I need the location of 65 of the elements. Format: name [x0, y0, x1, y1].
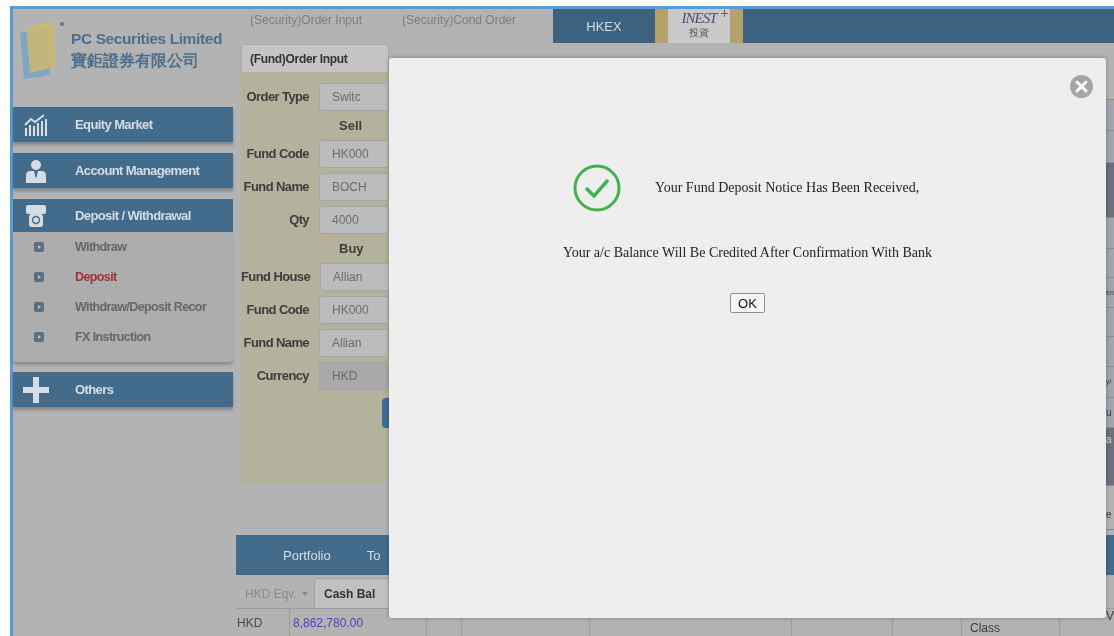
company-name: PC Securities Limited — [71, 30, 222, 48]
nav-item[interactable]: Others — [13, 372, 233, 407]
caret-icon — [301, 592, 308, 596]
field-label: Fund Name — [242, 179, 309, 194]
input-field[interactable]: Switc — [319, 82, 389, 111]
input-field[interactable]: BOCH — [319, 172, 389, 201]
field-label: Fund House — [241, 269, 311, 284]
nav-item[interactable]: Deposit / Withdrawal — [13, 199, 233, 232]
input-field[interactable]: Allian — [319, 328, 389, 357]
logo-icon — [18, 21, 65, 79]
nav-item[interactable]: Account Management — [13, 153, 233, 188]
cut-text: a — [1106, 434, 1112, 446]
field-label: Fund Code — [245, 146, 309, 161]
logo-text: INEST — [681, 9, 717, 27]
nav-item[interactable]: Equity Market — [13, 107, 233, 142]
input-field[interactable]: 4000 — [319, 205, 389, 234]
submenu-item[interactable]: Deposit — [13, 262, 233, 292]
money-icon — [24, 203, 48, 228]
field-label: Fund Code — [245, 302, 309, 317]
plus-icon — [721, 10, 728, 17]
section-heading: Buy — [339, 240, 364, 256]
submenu-label: Withdraw/Deposit Recor — [75, 300, 207, 314]
bullet-icon — [34, 302, 44, 312]
bullet-icon — [34, 272, 44, 282]
nav-label: Account Management — [75, 163, 200, 178]
cut-text: u — [1106, 406, 1112, 419]
submenu-item[interactable]: Withdraw/Deposit Recor — [13, 292, 233, 322]
market-tab[interactable]: HKEX — [553, 9, 655, 43]
ok-button[interactable]: OK — [730, 293, 765, 313]
input-field[interactable]: HK000 — [319, 295, 389, 324]
submenu-label: FX Instruction — [75, 330, 151, 344]
input-field[interactable]: Allian — [320, 262, 389, 291]
submenu-item[interactable]: Withdraw — [13, 232, 233, 262]
nav-label: Deposit / Withdrawal — [75, 208, 191, 223]
company-name-chinese: 寶鉅證券有限公司 — [71, 51, 200, 71]
logo-subtext: 投資 — [689, 27, 709, 39]
nav-label: Others — [75, 382, 114, 397]
cut-text: e — [1106, 509, 1112, 521]
field-label: Currency — [255, 368, 309, 383]
check-icon — [573, 164, 621, 212]
submenu-label: Deposit — [75, 270, 117, 284]
dialog-message: Your Fund Deposit Notice Has Been Received, — [655, 180, 920, 196]
field-label: Fund Name — [242, 335, 309, 350]
field-label: Qty — [288, 212, 309, 227]
tab[interactable]: Cash Bal — [314, 578, 391, 608]
nav-label: Equity Market — [75, 117, 153, 132]
table-cell: HKD — [236, 609, 290, 636]
tab[interactable]: To — [366, 547, 381, 563]
bullet-icon — [34, 242, 44, 252]
partner-logo[interactable]: INEST 投資 — [655, 9, 743, 43]
plus-icon — [23, 376, 49, 403]
tab[interactable]: (Fund)Order Input — [241, 44, 389, 72]
person-icon — [24, 158, 48, 183]
submenu-label: Withdraw — [75, 240, 127, 254]
cut-text: V — [1106, 609, 1114, 623]
dialog-message: Your a/c Balance Will Be Credited After Confirmation With Bank — [563, 245, 932, 260]
chart-icon — [24, 113, 48, 136]
column-header: Class — [970, 621, 1000, 635]
submenu-item[interactable]: FX Instruction — [13, 322, 233, 352]
input-field[interactable]: HK000 — [319, 139, 389, 168]
tab[interactable]: Portfolio — [283, 547, 331, 563]
section-heading: Sell — [339, 117, 363, 133]
field-label: Order Type — [245, 89, 309, 104]
bullet-icon — [34, 332, 44, 342]
close-icon[interactable] — [1070, 75, 1093, 98]
